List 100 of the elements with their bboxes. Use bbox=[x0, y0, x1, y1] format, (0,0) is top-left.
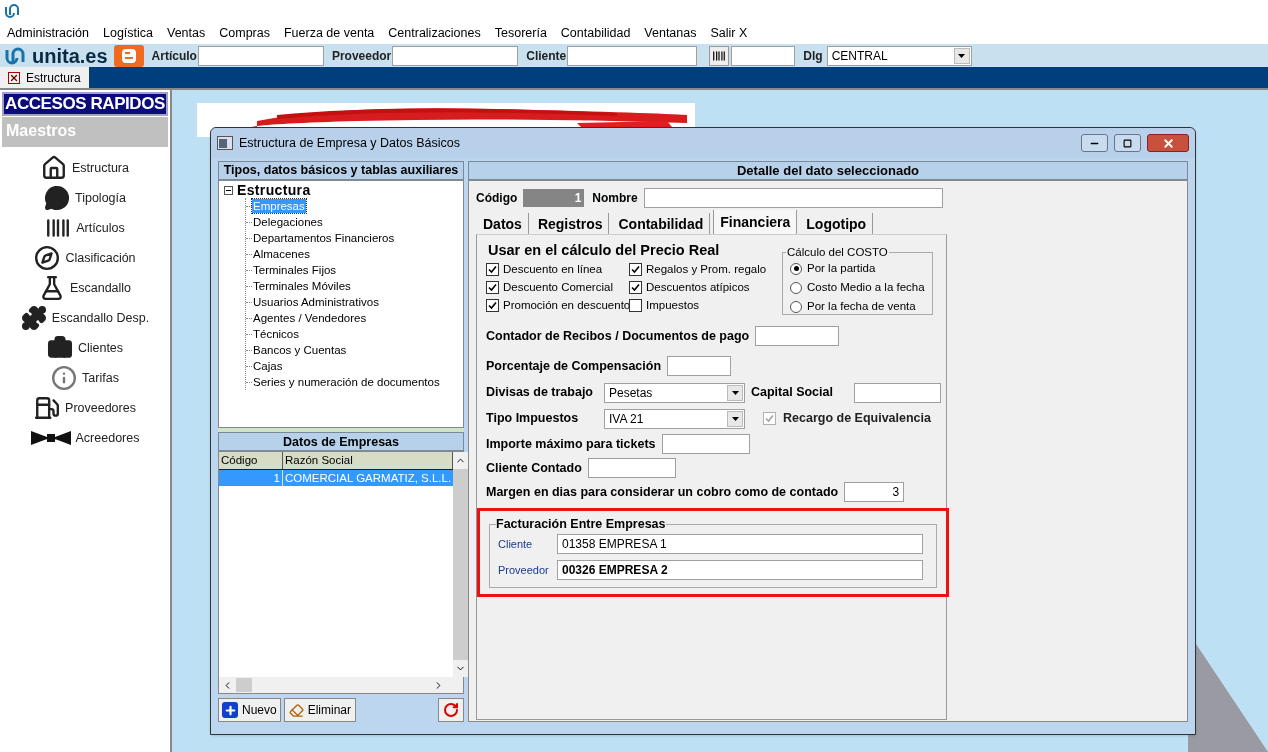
field-label: Dlg bbox=[803, 47, 823, 65]
radio-button[interactable] bbox=[790, 300, 802, 313]
checkbox[interactable] bbox=[486, 281, 499, 294]
text-field[interactable]: 00326 EMPRESA 2 bbox=[557, 559, 923, 580]
radio-button[interactable] bbox=[790, 281, 802, 294]
dropdown[interactable]: Pesetas bbox=[604, 382, 745, 403]
text-field[interactable] bbox=[731, 45, 796, 66]
dropdown[interactable]: CENTRAL bbox=[826, 45, 972, 66]
vertical-scrollbar[interactable] bbox=[453, 452, 469, 677]
maximize-icon bbox=[1123, 138, 1132, 148]
field-label: Divisas de trabajo bbox=[486, 384, 594, 402]
new-button[interactable]: Nuevo bbox=[218, 698, 281, 722]
sidebar-item[interactable]: Artículos bbox=[2, 213, 168, 243]
text-field[interactable] bbox=[392, 45, 519, 66]
checkbox-label: Impuestos bbox=[646, 297, 700, 313]
delete-button[interactable]: Eliminar bbox=[283, 698, 357, 722]
menu-item[interactable]: Contabilidad bbox=[560, 23, 631, 43]
eraser-icon bbox=[288, 702, 304, 718]
window-icon bbox=[217, 136, 233, 150]
plus-icon bbox=[222, 702, 238, 718]
minimize-button[interactable] bbox=[1081, 134, 1108, 152]
section-title: Usar en el cálculo del Precio Real bbox=[487, 241, 721, 260]
sidebar-item[interactable]: Escandallo bbox=[2, 273, 168, 303]
close-button[interactable] bbox=[1147, 134, 1189, 152]
text-field[interactable] bbox=[854, 382, 941, 403]
tree-item[interactable]: Terminales Fijos bbox=[252, 263, 338, 277]
tree-item[interactable]: Agentes / Vendedores bbox=[252, 311, 368, 325]
menu-item[interactable]: Fuerza de venta bbox=[283, 23, 375, 43]
document-tab[interactable]: Estructura bbox=[0, 67, 89, 88]
text-field[interactable] bbox=[643, 188, 943, 208]
tree-item[interactable]: Delegaciones bbox=[252, 215, 324, 229]
horizontal-scrollbar[interactable] bbox=[219, 677, 463, 693]
tree-item[interactable]: Almacenes bbox=[252, 247, 311, 261]
scroll-thumb[interactable] bbox=[236, 678, 252, 692]
menu-item[interactable]: Ventanas bbox=[644, 23, 697, 43]
radio-label: Costo Medio a la fecha bbox=[807, 280, 925, 296]
tab[interactable]: Logotipo bbox=[800, 213, 874, 234]
panel-header: Datos de Empresas bbox=[218, 432, 464, 452]
text-field[interactable]: 3 bbox=[844, 482, 905, 502]
scroll-thumb[interactable] bbox=[453, 469, 469, 660]
brand-logo-text: unita.es bbox=[32, 45, 108, 66]
menu-item[interactable]: Compras bbox=[219, 23, 270, 43]
menu-item[interactable]: Administración bbox=[7, 23, 89, 43]
home-icon bbox=[41, 155, 67, 181]
sidebar-item[interactable]: Clientes bbox=[2, 333, 168, 363]
field-label: Nombre bbox=[592, 190, 638, 207]
checkbox-label: Descuento Comercial bbox=[503, 279, 613, 295]
maximize-button[interactable] bbox=[1114, 134, 1141, 152]
fuel-pump-icon bbox=[34, 395, 61, 421]
tab[interactable]: Financiera bbox=[713, 210, 798, 234]
dropdown[interactable]: IVA 21 bbox=[604, 408, 745, 429]
checkbox-label: Promoción en descuento bbox=[503, 297, 631, 313]
checkbox[interactable] bbox=[629, 263, 642, 276]
checkbox-label: Descuento en línea bbox=[503, 261, 603, 277]
blog-icon[interactable] bbox=[113, 44, 144, 67]
sidebar-section: Maestros bbox=[2, 117, 168, 147]
text-field[interactable] bbox=[755, 326, 840, 346]
menu-item[interactable]: Ventas bbox=[167, 23, 206, 43]
field-label: Margen en dias para considerar un cobro como de contado bbox=[486, 483, 839, 501]
text-field[interactable] bbox=[197, 45, 324, 66]
checkbox[interactable] bbox=[486, 263, 499, 276]
tree-item[interactable]: Cajas bbox=[252, 359, 284, 373]
tree-item[interactable]: Series y numeración de documentos bbox=[252, 375, 441, 389]
tree-item[interactable]: Terminales Móviles bbox=[252, 279, 352, 293]
sidebar-item[interactable]: Acreedores bbox=[2, 423, 168, 453]
sidebar-item[interactable]: Proveedores bbox=[2, 393, 168, 423]
tree-item[interactable]: Bancos y Cuentas bbox=[252, 343, 348, 357]
menu-item[interactable]: Salir X bbox=[710, 23, 748, 43]
checkbox[interactable] bbox=[629, 299, 642, 312]
tree-item[interactable]: Usuarios Administrativos bbox=[252, 295, 380, 309]
menu-item[interactable]: Tesorería bbox=[494, 23, 547, 43]
text-field[interactable]: 01358 EMPRESA 1 bbox=[557, 533, 923, 554]
sidebar-item[interactable]: Estructura bbox=[2, 153, 168, 183]
checkbox[interactable] bbox=[629, 281, 642, 294]
sidebar-item[interactable]: Escandallo Desp. bbox=[2, 303, 168, 333]
checkbox-label: Descuentos atípicos bbox=[646, 279, 750, 295]
close-icon bbox=[1161, 136, 1175, 150]
menu-item[interactable]: Logística bbox=[103, 23, 153, 43]
refresh-button[interactable] bbox=[438, 698, 464, 722]
sidebar-item[interactable]: Tarifas bbox=[2, 363, 168, 393]
tab[interactable]: Contabilidad bbox=[612, 213, 711, 234]
menu-item[interactable]: Centralizaciones bbox=[388, 23, 481, 43]
group-title: Cálculo del COSTO bbox=[786, 245, 889, 260]
text-field[interactable] bbox=[587, 458, 676, 478]
text-field[interactable] bbox=[667, 356, 732, 376]
barcode-button[interactable] bbox=[709, 45, 730, 66]
collapse-icon[interactable] bbox=[224, 186, 233, 195]
tab[interactable]: Datos bbox=[477, 213, 529, 234]
text-field[interactable] bbox=[567, 45, 698, 66]
sidebar-item[interactable]: Clasificación bbox=[2, 243, 168, 273]
text-field[interactable] bbox=[661, 434, 750, 454]
checkbox[interactable] bbox=[486, 299, 499, 312]
window-title: Estructura de Empresa y Datos Básicos bbox=[239, 134, 461, 152]
tree-item[interactable]: Técnicos bbox=[252, 327, 301, 341]
close-icon[interactable] bbox=[8, 71, 20, 84]
tab[interactable]: Registros bbox=[531, 213, 610, 234]
radio-button[interactable] bbox=[790, 262, 802, 275]
tree-item[interactable]: Estructura bbox=[237, 183, 311, 198]
sidebar-item[interactable]: Tipología bbox=[2, 183, 168, 213]
tree-item[interactable]: Departamentos Financieros bbox=[252, 231, 396, 245]
